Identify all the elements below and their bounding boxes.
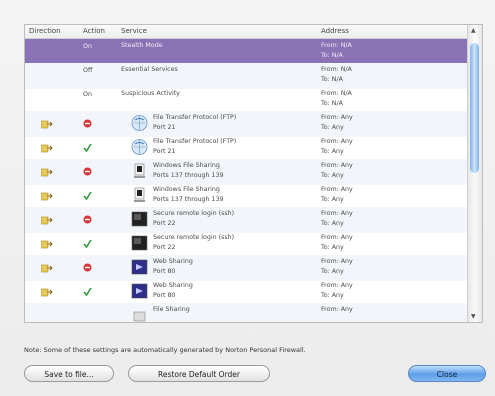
address-from: From: Any (321, 162, 353, 169)
table-row[interactable]: File Transfer Protocol (FTP) Port 21 From:… (25, 135, 469, 161)
folder-arrow-icon (40, 119, 53, 129)
web-sharing-icon (131, 258, 148, 276)
table-row[interactable]: Web Sharing Port 80 From: Any To: Any (25, 255, 469, 281)
scroll-thumb[interactable] (470, 43, 479, 173)
windows-share-icon (131, 162, 148, 180)
address-to: To: Any (321, 148, 344, 155)
windows-share-icon (131, 186, 148, 204)
address-to: To: Any (321, 124, 344, 131)
ftp-globe-icon (131, 114, 148, 132)
service-name: Web Sharing (153, 258, 193, 265)
address-from: From: Any (321, 234, 353, 241)
service-name: File Sharing (153, 306, 190, 313)
file-sharing-icon (131, 306, 148, 322)
table-row[interactable]: Windows File Sharing Ports 137 through 13… (25, 183, 469, 209)
address-from: From: Any (321, 258, 353, 265)
service-name: Essential Services (121, 66, 178, 73)
allow-check-icon (83, 287, 92, 297)
table-row[interactable]: Windows File Sharing Ports 137 through 13… (25, 159, 469, 185)
address-from: From: N/A (321, 90, 352, 97)
block-icon (83, 167, 92, 176)
service-port: Ports 137 through 139 (153, 172, 224, 179)
header-direction[interactable]: Direction (29, 27, 61, 35)
address-from: From: Any (321, 306, 353, 313)
service-port: Port 21 (153, 124, 176, 131)
action-state: On (83, 43, 92, 50)
service-name: Windows File Sharing (153, 186, 220, 193)
service-port: Port 21 (153, 148, 176, 155)
address-to: To: N/A (321, 76, 343, 83)
address-to: To: Any (321, 292, 344, 299)
service-name: Secure remote login (ssh) (153, 210, 235, 217)
folder-arrow-icon (40, 215, 53, 225)
address-to: To: Any (321, 220, 344, 227)
table-header: Direction Action Service Address (25, 25, 469, 39)
address-to: To: Any (321, 172, 344, 179)
terminal-icon (131, 234, 148, 252)
table-row[interactable]: File Transfer Protocol (FTP) Port 21 From:… (25, 111, 469, 137)
scroll-up-icon[interactable]: ▲ (471, 27, 476, 34)
service-name: Suspicious Activity (121, 90, 180, 97)
address-to: To: Any (321, 196, 344, 203)
service-port: Port 80 (153, 292, 176, 299)
restore-default-order-button[interactable]: Restore Default Order (128, 365, 270, 382)
service-name: Web Sharing (153, 282, 193, 289)
table-row[interactable]: Secure remote login (ssh) Port 22 From: An… (25, 231, 469, 257)
address-to: To: Any (321, 244, 344, 251)
footer-note: Note: Some of these settings are automat… (24, 346, 306, 354)
close-button[interactable]: Close (408, 365, 486, 382)
block-icon (83, 119, 92, 128)
firewall-rules-window: Direction Action Service Address On Steal… (0, 0, 495, 396)
header-address[interactable]: Address (321, 27, 349, 35)
service-name: Windows File Sharing (153, 162, 220, 169)
table-body: On Stealth Mode From: N/A To: N/A Off Essenti… (25, 39, 469, 322)
service-name: File Transfer Protocol (FTP) (153, 114, 237, 121)
header-action[interactable]: Action (83, 27, 105, 35)
table-row[interactable]: On Stealth Mode From: N/A To: N/A (25, 39, 469, 65)
table-row[interactable]: Web Sharing Port 80 From: Any To: Any (25, 279, 469, 305)
table-row[interactable]: File Sharing From: Any (25, 303, 469, 322)
header-service[interactable]: Service (121, 27, 147, 35)
address-from: From: Any (321, 138, 353, 145)
folder-arrow-icon (40, 143, 53, 153)
block-icon (83, 263, 92, 272)
address-from: From: N/A (321, 42, 352, 49)
service-name: Secure remote login (ssh) (153, 234, 235, 241)
ftp-globe-icon (131, 138, 148, 156)
action-state: On (83, 91, 92, 98)
vertical-scrollbar[interactable]: ▲ ▼ (467, 25, 482, 322)
table-row[interactable]: On Suspicious Activity From: N/A To: N/A (25, 87, 469, 113)
rules-table: Direction Action Service Address On Steal… (24, 24, 483, 323)
address-from: From: Any (321, 186, 353, 193)
service-name: Stealth Mode (121, 42, 163, 49)
service-port: Port 80 (153, 268, 176, 275)
folder-arrow-icon (40, 167, 53, 177)
service-name: File Transfer Protocol (FTP) (153, 138, 237, 145)
service-port: Port 22 (153, 220, 176, 227)
block-icon (83, 215, 92, 224)
table-row[interactable]: Secure remote login (ssh) Port 22 From: An… (25, 207, 469, 233)
folder-arrow-icon (40, 287, 53, 297)
action-state: Off (83, 67, 93, 74)
service-port: Ports 137 through 139 (153, 196, 224, 203)
scroll-down-icon[interactable]: ▼ (471, 313, 476, 320)
address-from: From: Any (321, 210, 353, 217)
terminal-icon (131, 210, 148, 228)
allow-check-icon (83, 191, 92, 201)
folder-arrow-icon (40, 239, 53, 249)
address-to: To: Any (321, 268, 344, 275)
web-sharing-icon (131, 282, 148, 300)
folder-arrow-icon (40, 191, 53, 201)
address-to: To: N/A (321, 100, 343, 107)
table-row[interactable]: Off Essential Services From: N/A To: N/A (25, 63, 469, 89)
allow-check-icon (83, 143, 92, 153)
service-port: Port 22 (153, 244, 176, 251)
address-to: To: N/A (321, 52, 343, 59)
save-to-file-button[interactable]: Save to file... (24, 365, 114, 382)
folder-arrow-icon (40, 263, 53, 273)
address-from: From: Any (321, 282, 353, 289)
address-from: From: N/A (321, 66, 352, 73)
allow-check-icon (83, 239, 92, 249)
address-from: From: Any (321, 114, 353, 121)
